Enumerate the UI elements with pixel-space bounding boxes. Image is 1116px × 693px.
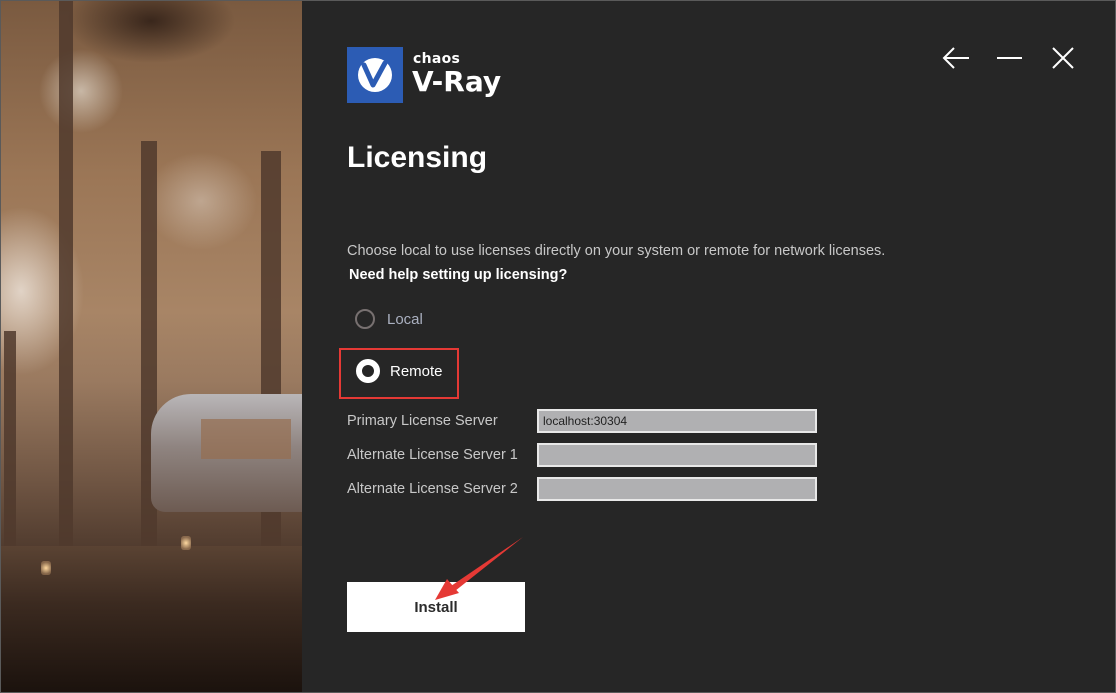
- primary-server-input[interactable]: [537, 409, 817, 433]
- minimize-button[interactable]: [992, 41, 1026, 75]
- page-description: Choose local to use licenses directly on…: [347, 243, 886, 259]
- alternate-server-2-label: Alternate License Server 2: [347, 481, 518, 497]
- lantern-icon: [41, 561, 51, 575]
- installer-window: chaos V-Ray Licensing Choose local to us…: [0, 0, 1116, 693]
- annotation-highlight-box: [339, 348, 459, 399]
- minimize-icon: [997, 57, 1022, 59]
- install-button[interactable]: Install: [347, 582, 525, 632]
- arrow-left-icon: [942, 47, 969, 69]
- alternate-server-1-input[interactable]: [537, 443, 817, 467]
- licensing-help-link[interactable]: Need help setting up licensing?: [349, 267, 567, 283]
- radio-label: Local: [387, 310, 423, 328]
- vray-logo-icon: [358, 58, 392, 92]
- tree-trunk: [59, 1, 73, 561]
- alternate-server-2-input[interactable]: [537, 477, 817, 501]
- page-title: Licensing: [347, 141, 488, 174]
- lantern-icon: [181, 536, 191, 550]
- vray-logo: [347, 47, 403, 103]
- radio-button-unchecked[interactable]: [355, 309, 375, 329]
- primary-server-label: Primary License Server: [347, 413, 498, 429]
- alternate-server-1-label: Alternate License Server 1: [347, 447, 518, 463]
- hero-image: [1, 1, 302, 692]
- trailer-window: [201, 419, 291, 459]
- radio-local[interactable]: Local: [355, 309, 423, 329]
- close-button[interactable]: [1046, 41, 1080, 75]
- close-icon: [1052, 47, 1074, 69]
- brand-product: V-Ray: [412, 65, 502, 98]
- back-button[interactable]: [939, 41, 973, 75]
- tree-trunk: [4, 331, 16, 551]
